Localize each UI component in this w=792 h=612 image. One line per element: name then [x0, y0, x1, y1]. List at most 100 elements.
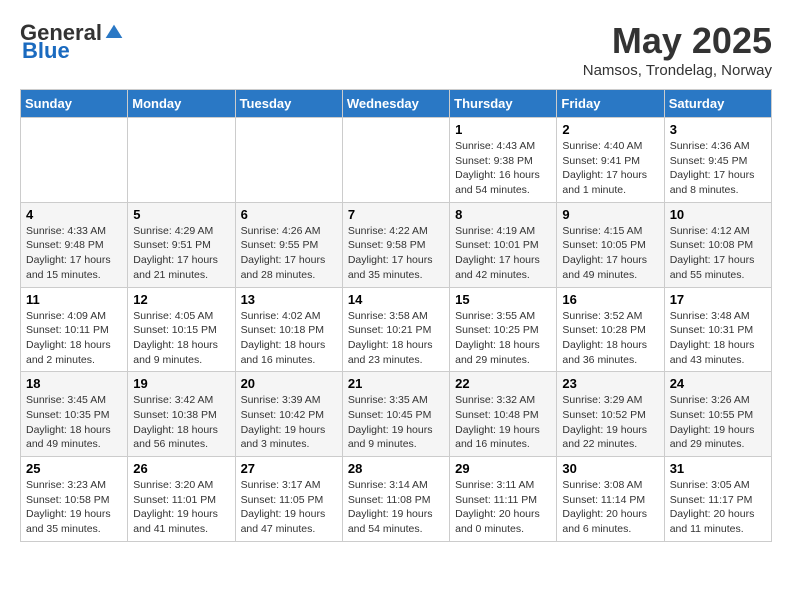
day-info: Sunrise: 3:45 AMSunset: 10:35 PMDaylight…: [26, 393, 122, 452]
day-info: Sunrise: 4:02 AMSunset: 10:18 PMDaylight…: [241, 309, 337, 368]
weekday-header-monday: Monday: [128, 90, 235, 118]
day-info: Sunrise: 3:48 AMSunset: 10:31 PMDaylight…: [670, 309, 766, 368]
day-info: Sunrise: 4:05 AMSunset: 10:15 PMDaylight…: [133, 309, 229, 368]
day-number: 4: [26, 207, 122, 222]
day-number: 12: [133, 292, 229, 307]
day-number: 17: [670, 292, 766, 307]
page-header: General Blue May 2025 Namsos, Trondelag,…: [20, 20, 772, 79]
calendar-cell: 6Sunrise: 4:26 AMSunset: 9:55 PMDaylight…: [235, 202, 342, 287]
day-number: 11: [26, 292, 122, 307]
day-number: 10: [670, 207, 766, 222]
calendar-cell: 27Sunrise: 3:17 AMSunset: 11:05 PMDaylig…: [235, 457, 342, 542]
day-info: Sunrise: 3:35 AMSunset: 10:45 PMDaylight…: [348, 393, 444, 452]
day-number: 6: [241, 207, 337, 222]
day-number: 2: [562, 122, 658, 137]
title-section: May 2025 Namsos, Trondelag, Norway: [583, 20, 772, 79]
calendar-cell: 11 Sunrise: 4:09 AMSunset: 10:11 PMDaylig…: [21, 287, 128, 372]
logo: General Blue: [20, 20, 124, 64]
weekday-header-row: SundayMondayTuesdayWednesdayThursdayFrid…: [21, 90, 772, 118]
calendar-cell: 26 Sunrise: 3:20 AMSunset: 11:01 PMDaylig…: [128, 457, 235, 542]
calendar-cell: 9 Sunrise: 4:15 AMSunset: 10:05 PMDayligh…: [557, 202, 664, 287]
calendar-cell: 1 Sunrise: 4:43 AMSunset: 9:38 PMDaylight…: [450, 118, 557, 203]
day-info: Sunrise: 4:22 AMSunset: 9:58 PMDaylight:…: [348, 224, 444, 283]
calendar-cell: 23 Sunrise: 3:29 AMSunset: 10:52 PMDaylig…: [557, 372, 664, 457]
day-info: Sunrise: 3:52 AMSunset: 10:28 PMDaylight…: [562, 309, 658, 368]
calendar-cell: 25Sunrise: 3:23 AMSunset: 10:58 PMDaylig…: [21, 457, 128, 542]
day-number: 15: [455, 292, 551, 307]
day-info: Sunrise: 3:11 AMSunset: 11:11 PMDaylight…: [455, 478, 551, 537]
day-info: Sunrise: 4:29 AMSunset: 9:51 PMDaylight:…: [133, 224, 229, 283]
weekday-header-sunday: Sunday: [21, 90, 128, 118]
day-number: 26: [133, 461, 229, 476]
calendar-cell: 19 Sunrise: 3:42 AMSunset: 10:38 PMDaylig…: [128, 372, 235, 457]
day-number: 1: [455, 122, 551, 137]
day-number: 9: [562, 207, 658, 222]
calendar-cell: 16 Sunrise: 3:52 AMSunset: 10:28 PMDaylig…: [557, 287, 664, 372]
calendar-cell: 15 Sunrise: 3:55 AMSunset: 10:25 PMDaylig…: [450, 287, 557, 372]
calendar-cell: [342, 118, 449, 203]
calendar-cell: 31 Sunrise: 3:05 AMSunset: 11:17 PMDaylig…: [664, 457, 771, 542]
day-info: Sunrise: 4:43 AMSunset: 9:38 PMDaylight:…: [455, 139, 551, 198]
calendar-cell: 13 Sunrise: 4:02 AMSunset: 10:18 PMDaylig…: [235, 287, 342, 372]
month-title: May 2025: [583, 20, 772, 62]
day-info: Sunrise: 3:55 AMSunset: 10:25 PMDaylight…: [455, 309, 551, 368]
calendar-cell: 20 Sunrise: 3:39 AMSunset: 10:42 PMDaylig…: [235, 372, 342, 457]
calendar-cell: 30Sunrise: 3:08 AMSunset: 11:14 PMDaylig…: [557, 457, 664, 542]
day-info: Sunrise: 3:42 AMSunset: 10:38 PMDaylight…: [133, 393, 229, 452]
calendar-cell: 7Sunrise: 4:22 AMSunset: 9:58 PMDaylight…: [342, 202, 449, 287]
day-number: 5: [133, 207, 229, 222]
week-row-5: 25Sunrise: 3:23 AMSunset: 10:58 PMDaylig…: [21, 457, 772, 542]
day-number: 21: [348, 376, 444, 391]
day-info: Sunrise: 3:58 AMSunset: 10:21 PMDaylight…: [348, 309, 444, 368]
weekday-header-wednesday: Wednesday: [342, 90, 449, 118]
calendar-cell: 17 Sunrise: 3:48 AMSunset: 10:31 PMDaylig…: [664, 287, 771, 372]
calendar-cell: [128, 118, 235, 203]
day-info: Sunrise: 3:05 AMSunset: 11:17 PMDaylight…: [670, 478, 766, 537]
calendar-cell: 21 Sunrise: 3:35 AMSunset: 10:45 PMDaylig…: [342, 372, 449, 457]
day-info: Sunrise: 4:15 AMSunset: 10:05 PMDaylight…: [562, 224, 658, 283]
week-row-1: 1 Sunrise: 4:43 AMSunset: 9:38 PMDaylight…: [21, 118, 772, 203]
day-info: Sunrise: 4:36 AMSunset: 9:45 PMDaylight:…: [670, 139, 766, 198]
day-number: 31: [670, 461, 766, 476]
logo-blue-text: Blue: [22, 38, 70, 64]
calendar-cell: 12 Sunrise: 4:05 AMSunset: 10:15 PMDaylig…: [128, 287, 235, 372]
day-number: 29: [455, 461, 551, 476]
day-number: 3: [670, 122, 766, 137]
calendar-table: SundayMondayTuesdayWednesdayThursdayFrid…: [20, 89, 772, 542]
calendar-cell: 14 Sunrise: 3:58 AMSunset: 10:21 PMDaylig…: [342, 287, 449, 372]
day-info: Sunrise: 3:32 AMSunset: 10:48 PMDaylight…: [455, 393, 551, 452]
day-info: Sunrise: 3:29 AMSunset: 10:52 PMDaylight…: [562, 393, 658, 452]
calendar-cell: [235, 118, 342, 203]
calendar-cell: 4Sunrise: 4:33 AMSunset: 9:48 PMDaylight…: [21, 202, 128, 287]
day-info: Sunrise: 3:39 AMSunset: 10:42 PMDaylight…: [241, 393, 337, 452]
week-row-4: 18Sunrise: 3:45 AMSunset: 10:35 PMDaylig…: [21, 372, 772, 457]
calendar-cell: 29 Sunrise: 3:11 AMSunset: 11:11 PMDaylig…: [450, 457, 557, 542]
logo-icon: [104, 23, 124, 43]
day-number: 14: [348, 292, 444, 307]
day-info: Sunrise: 3:14 AMSunset: 11:08 PMDaylight…: [348, 478, 444, 537]
calendar-cell: 28Sunrise: 3:14 AMSunset: 11:08 PMDaylig…: [342, 457, 449, 542]
location: Namsos, Trondelag, Norway: [583, 62, 772, 79]
day-info: Sunrise: 4:09 AMSunset: 10:11 PMDaylight…: [26, 309, 122, 368]
day-info: Sunrise: 4:12 AMSunset: 10:08 PMDaylight…: [670, 224, 766, 283]
calendar-cell: [21, 118, 128, 203]
calendar-cell: 18Sunrise: 3:45 AMSunset: 10:35 PMDaylig…: [21, 372, 128, 457]
weekday-header-friday: Friday: [557, 90, 664, 118]
day-number: 25: [26, 461, 122, 476]
calendar-cell: 2 Sunrise: 4:40 AMSunset: 9:41 PMDaylight…: [557, 118, 664, 203]
day-number: 24: [670, 376, 766, 391]
day-number: 13: [241, 292, 337, 307]
day-number: 16: [562, 292, 658, 307]
calendar-cell: 8Sunrise: 4:19 AMSunset: 10:01 PMDayligh…: [450, 202, 557, 287]
day-number: 8: [455, 207, 551, 222]
weekday-header-tuesday: Tuesday: [235, 90, 342, 118]
day-info: Sunrise: 4:40 AMSunset: 9:41 PMDaylight:…: [562, 139, 658, 198]
day-info: Sunrise: 3:26 AMSunset: 10:55 PMDaylight…: [670, 393, 766, 452]
day-number: 22: [455, 376, 551, 391]
day-number: 20: [241, 376, 337, 391]
day-number: 19: [133, 376, 229, 391]
calendar-cell: 5 Sunrise: 4:29 AMSunset: 9:51 PMDaylight…: [128, 202, 235, 287]
day-info: Sunrise: 3:20 AMSunset: 11:01 PMDaylight…: [133, 478, 229, 537]
day-info: Sunrise: 3:17 AMSunset: 11:05 PMDaylight…: [241, 478, 337, 537]
day-number: 23: [562, 376, 658, 391]
